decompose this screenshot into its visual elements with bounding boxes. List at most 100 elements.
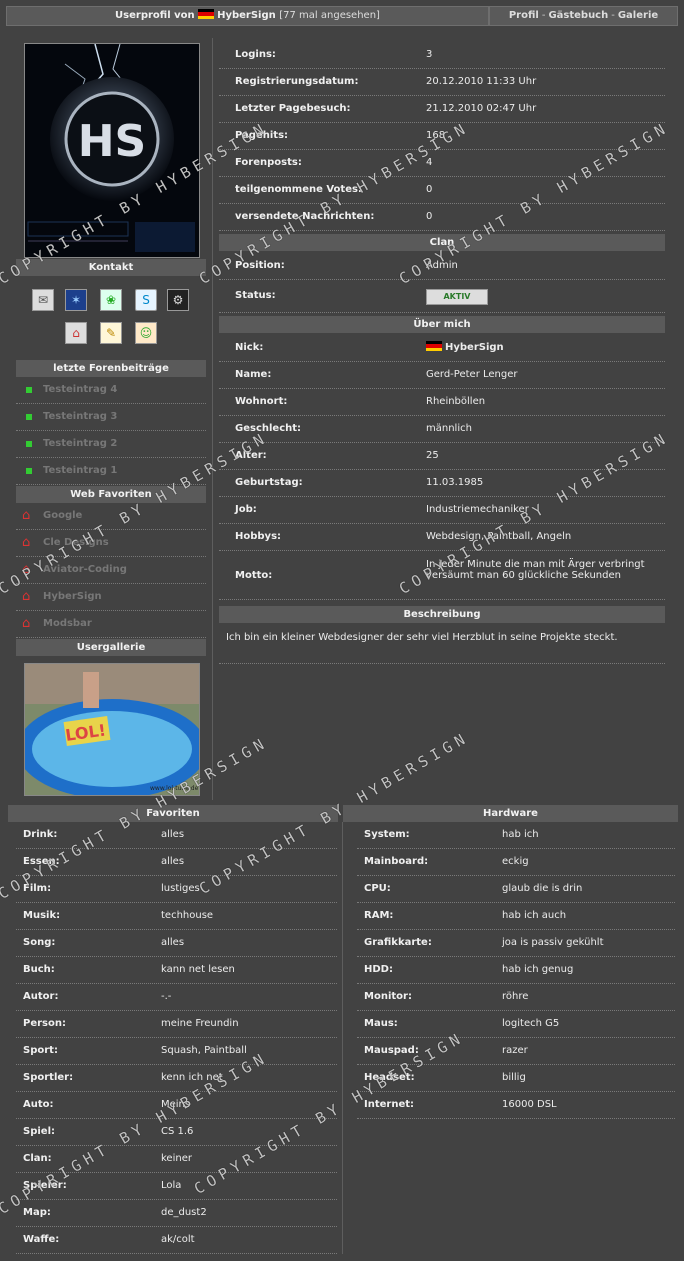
- web-favorite-item[interactable]: ⌂ Cle Designs: [16, 530, 206, 557]
- profile-title-bar: Userprofil von HyberSign [77 mal angeseh…: [6, 6, 489, 26]
- favorite-row: Sportler: kenn ich net: [16, 1065, 337, 1092]
- forum-post-item[interactable]: Testeintrag 4: [16, 377, 206, 404]
- about-header: Über mich: [219, 316, 665, 333]
- steam-icon[interactable]: ⚙: [167, 289, 189, 311]
- favorite-row: Film: lustiges: [16, 876, 337, 903]
- homepage-icon[interactable]: ⌂: [65, 322, 87, 344]
- hardware-row: HDD: hab ich genug: [357, 957, 675, 984]
- column-divider: [212, 38, 213, 800]
- hardware-row: Headset: billig: [357, 1065, 675, 1092]
- web-favorite-item[interactable]: ⌂ Google: [16, 503, 206, 530]
- hardware-row: Monitor: röhre: [357, 984, 675, 1011]
- web-favorite-item[interactable]: ⌂ HyberSign: [16, 584, 206, 611]
- favorite-row: Autor: -.-: [16, 984, 337, 1011]
- msn-icon[interactable]: ✶: [65, 289, 87, 311]
- gallery-url: www.lol-tube.de: [150, 785, 199, 792]
- motto-text: In jeder Minute die man mit Ärger verbri…: [426, 559, 645, 581]
- description-text: Ich bin ein kleiner Webdesigner der sehr…: [226, 632, 618, 643]
- stat-row: versendete Nachrichten: 0: [219, 204, 665, 231]
- profile-nav: Profil - Gästebuch - Galerie: [489, 6, 678, 26]
- stat-row: Logins: 3: [219, 42, 665, 69]
- forum-post-item[interactable]: Testeintrag 2: [16, 431, 206, 458]
- favorite-row: Spiel: CS 1.6: [16, 1119, 337, 1146]
- about-row: Job: Industriemechaniker: [219, 497, 665, 524]
- status-active-badge: AKTIV: [426, 289, 488, 305]
- favorite-row: Auto: Meins: [16, 1092, 337, 1119]
- favorite-row: Person: meine Freundin: [16, 1011, 337, 1038]
- favorite-row: Clan: keiner: [16, 1146, 337, 1173]
- title-prefix: Userprofil von: [115, 10, 195, 21]
- stat-row: Letzter Pagebesuch: 21.12.2010 02:47 Uhr: [219, 96, 665, 123]
- web-favorites-header: Web Favoriten: [16, 486, 206, 503]
- profile-username[interactable]: HyberSign: [217, 10, 276, 21]
- home-icon: ⌂: [22, 562, 31, 577]
- germany-flag-icon: [198, 9, 215, 19]
- home-icon: ⌂: [22, 589, 31, 604]
- about-row: Wohnort: Rheinböllen: [219, 389, 665, 416]
- favorite-row: Song: alles: [16, 930, 337, 957]
- hardware-row: Maus: logitech G5: [357, 1011, 675, 1038]
- favorite-row: Buch: kann net lesen: [16, 957, 337, 984]
- description-box: Ich bin ein kleiner Webdesigner der sehr…: [219, 623, 665, 664]
- about-row: Alter: 25: [219, 443, 665, 470]
- view-count: [77 mal angesehen]: [279, 10, 380, 21]
- stat-row: teilgenommene Votes: 0: [219, 177, 665, 204]
- stat-row: Registrierungsdatum: 20.12.2010 11:33 Uhr: [219, 69, 665, 96]
- bullet-icon: [26, 414, 32, 420]
- user-avatar: HS: [24, 43, 200, 258]
- stat-row: Pagehits: 168: [219, 123, 665, 150]
- hardware-row: CPU: glaub die is drin: [357, 876, 675, 903]
- favorite-row: Sport: Squash, Paintball: [16, 1038, 337, 1065]
- favorite-row: Spieler: Lola: [16, 1173, 337, 1200]
- hardware-row: RAM: hab ich auch: [357, 903, 675, 930]
- user-gallery-header: Usergallerie: [16, 639, 206, 656]
- bottom-column-divider: [342, 822, 343, 1254]
- hardware-row: Mainboard: eckig: [357, 849, 675, 876]
- web-favorite-item[interactable]: ⌂ Modsbar: [16, 611, 206, 638]
- skype-icon[interactable]: S: [135, 289, 157, 311]
- about-row: Nick: HyberSign: [219, 335, 665, 362]
- bullet-icon: [26, 387, 32, 393]
- favorite-row: Essen: alles: [16, 849, 337, 876]
- bullet-icon: [26, 468, 32, 474]
- favorites-header: Favoriten: [8, 805, 338, 822]
- about-row: Geschlecht: männlich: [219, 416, 665, 443]
- favorite-row: Waffe: ak/colt: [16, 1227, 337, 1254]
- icq-icon[interactable]: ❀: [100, 289, 122, 311]
- hardware-row: Internet: 16000 DSL: [357, 1092, 675, 1119]
- favorite-row: Musik: techhouse: [16, 903, 337, 930]
- home-icon: ⌂: [22, 535, 31, 550]
- kontakt-header: Kontakt: [16, 259, 206, 276]
- forum-post-item[interactable]: Testeintrag 1: [16, 458, 206, 485]
- bullet-icon: [26, 441, 32, 447]
- motto-row: Motto: In jeder Minute die man mit Ärger…: [219, 551, 665, 600]
- home-icon: ⌂: [22, 616, 31, 631]
- germany-flag-icon: [426, 341, 442, 351]
- description-header: Beschreibung: [219, 606, 665, 623]
- mail-icon[interactable]: ✉: [32, 289, 54, 311]
- about-row: Geburtstag: 11.03.1985: [219, 470, 665, 497]
- clan-position-row: Position: Admin: [219, 253, 665, 280]
- home-icon: ⌂: [22, 508, 31, 523]
- hardware-row: Grafikkarte: joa is passiv gekühlt: [357, 930, 675, 957]
- nav-gaestebuch[interactable]: Gästebuch: [548, 10, 608, 21]
- about-row: Hobbys: Webdesign, Paintball, Angeln: [219, 524, 665, 551]
- hardware-row: Mauspad: razer: [357, 1038, 675, 1065]
- web-favorite-item[interactable]: ⌂ Aviator-Coding: [16, 557, 206, 584]
- profile-header: Userprofil von HyberSign [77 mal angeseh…: [6, 6, 678, 26]
- clan-header: Clan: [219, 234, 665, 251]
- hardware-header: Hardware: [343, 805, 678, 822]
- svg-text:HS: HS: [78, 116, 147, 167]
- forum-post-item[interactable]: Testeintrag 3: [16, 404, 206, 431]
- stat-row: Forenposts: 4: [219, 150, 665, 177]
- favorite-row: Drink: alles: [16, 822, 337, 849]
- gallery-image[interactable]: LOL! www.lol-tube.de: [24, 663, 200, 796]
- hardware-row: System: hab ich: [357, 822, 675, 849]
- notes-icon[interactable]: ✎: [100, 322, 122, 344]
- nav-profil[interactable]: Profil: [509, 10, 539, 21]
- about-row: Name: Gerd-Peter Lenger: [219, 362, 665, 389]
- nav-galerie[interactable]: Galerie: [618, 10, 658, 21]
- favorite-row: Map: de_dust2: [16, 1200, 337, 1227]
- forum-posts-header: letzte Forenbeiträge: [16, 360, 206, 377]
- add-buddy-icon[interactable]: ☺: [135, 322, 157, 344]
